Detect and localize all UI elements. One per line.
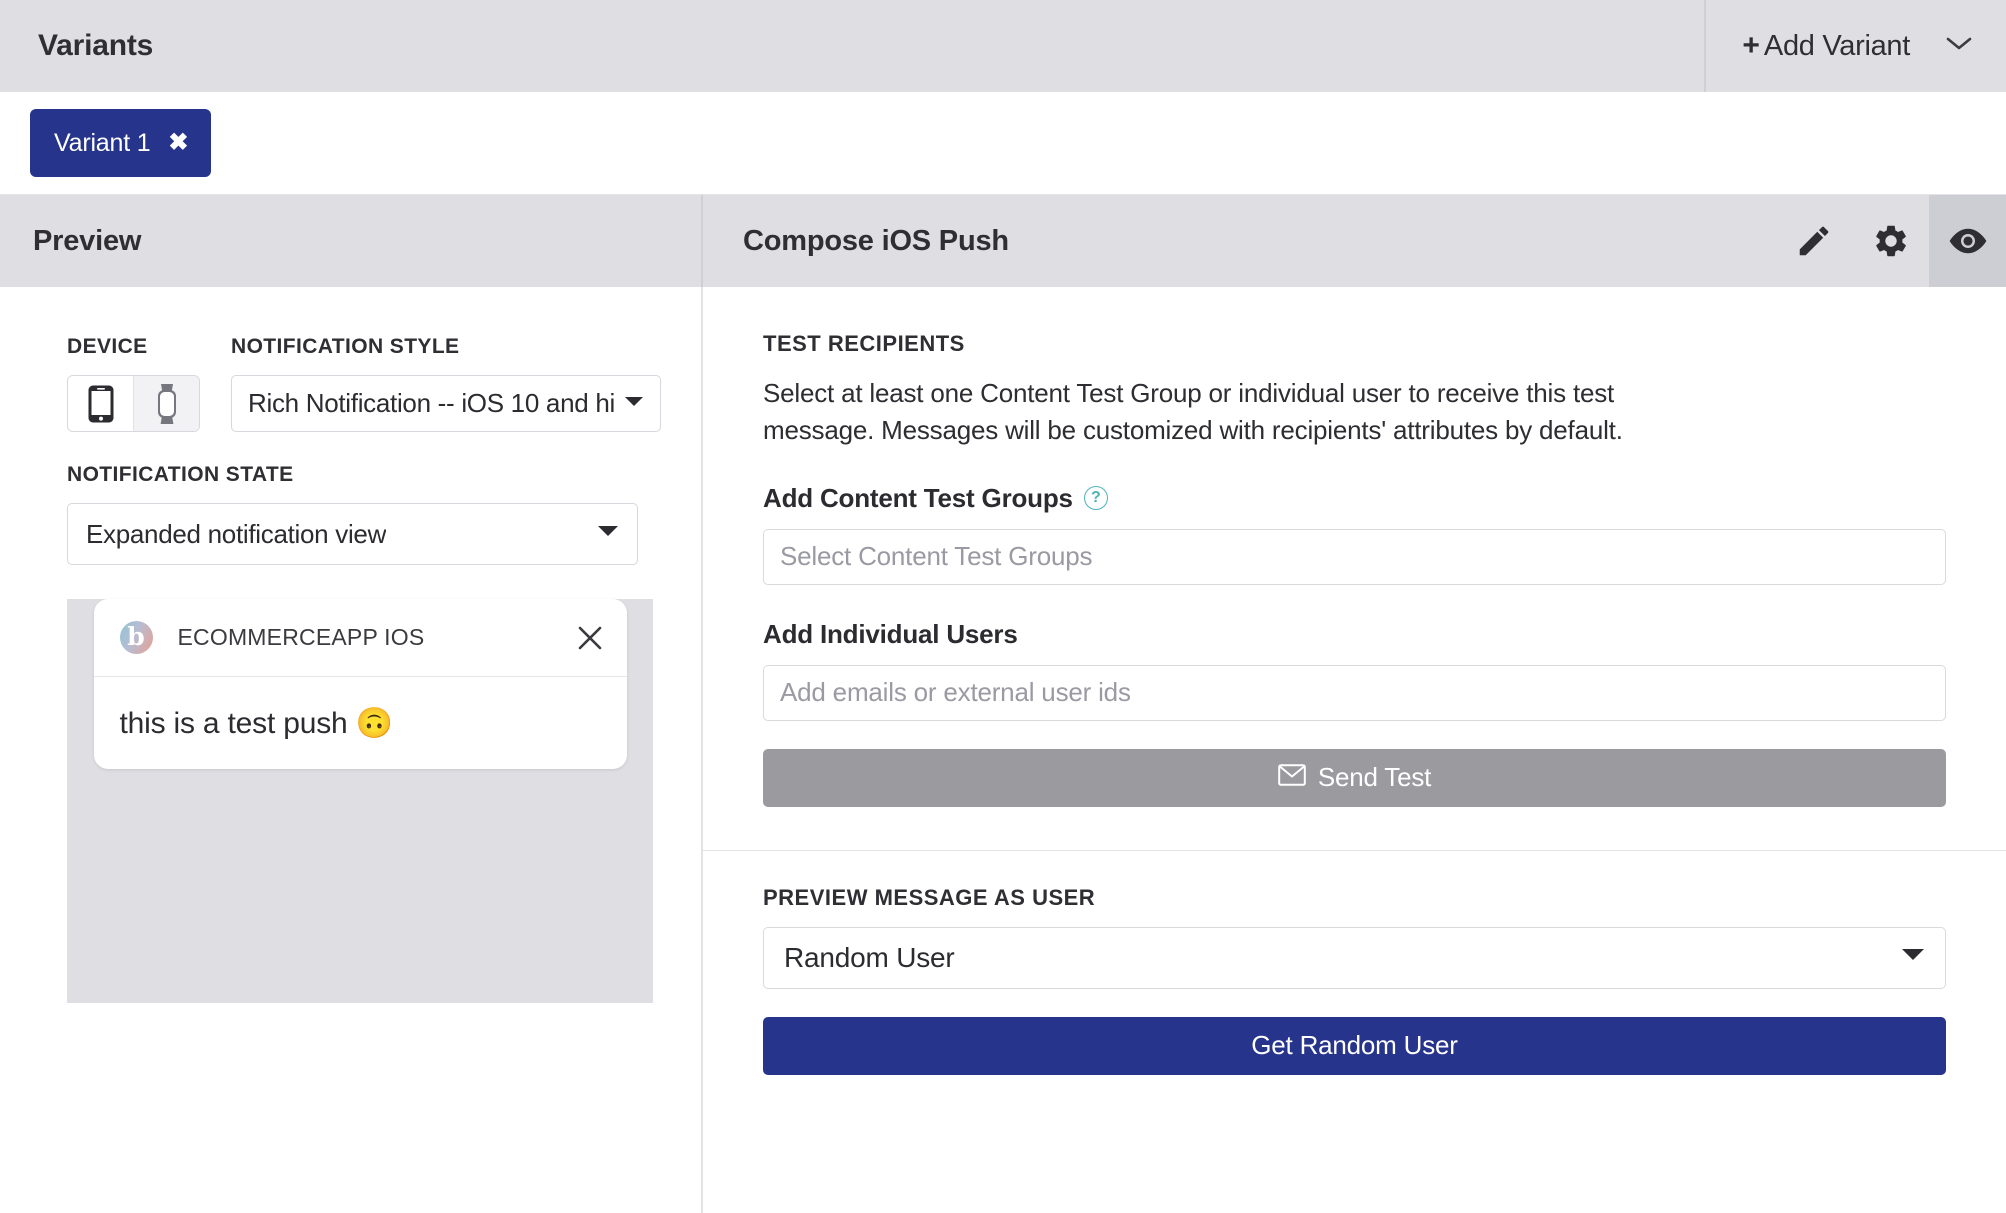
device-label: DEVICE bbox=[67, 335, 148, 358]
individual-users-label: Add Individual Users bbox=[763, 618, 1018, 649]
close-icon[interactable] bbox=[575, 623, 605, 653]
preview-panel-title: Preview bbox=[33, 224, 142, 257]
notification-preview-stage: b ECOMMERCEAPP IOS this is a test push 🙃 bbox=[67, 599, 653, 1003]
chevron-down-icon bbox=[616, 395, 644, 413]
notification-style-select[interactable]: Rich Notification -- iOS 10 and higher bbox=[231, 375, 661, 432]
page-title: Variants bbox=[38, 29, 154, 62]
device-toggle[interactable] bbox=[67, 375, 200, 432]
chevron-down-icon[interactable] bbox=[1946, 36, 1972, 57]
compose-panel-title: Compose iOS Push bbox=[743, 224, 1009, 257]
notification-style-value: Rich Notification -- iOS 10 and higher bbox=[248, 388, 616, 418]
add-variant-label: Add Variant bbox=[1763, 29, 1910, 62]
compose-panel-header: Compose iOS Push bbox=[703, 195, 2006, 287]
chevron-down-icon bbox=[1901, 948, 1925, 967]
notification-app-name: ECOMMERCEAPP IOS bbox=[177, 624, 425, 650]
notification-card-body: this is a test push 🙃 bbox=[94, 677, 627, 769]
chevron-down-icon bbox=[589, 525, 619, 543]
content-test-groups-label-row: Add Content Test Groups ? bbox=[763, 483, 1946, 514]
device-option-watch[interactable] bbox=[133, 376, 199, 431]
main-body: DEVICE NOTIFICATION STYLE Rich Notificat… bbox=[0, 287, 2006, 1213]
individual-users-input[interactable] bbox=[763, 664, 1946, 721]
preview-panel: DEVICE NOTIFICATION STYLE Rich Notificat… bbox=[0, 287, 703, 1213]
send-test-button[interactable]: Send Test bbox=[763, 748, 1946, 807]
device-and-style-row: DEVICE NOTIFICATION STYLE Rich Notificat… bbox=[0, 335, 701, 432]
variant-tab-label: Variant 1 bbox=[54, 128, 151, 157]
individual-users-label-row: Add Individual Users bbox=[763, 619, 1946, 650]
content-test-groups-input[interactable] bbox=[763, 528, 1946, 585]
notification-style-field: NOTIFICATION STYLE Rich Notification -- … bbox=[231, 335, 701, 432]
preview-as-user-heading: PREVIEW MESSAGE AS USER bbox=[763, 884, 1096, 910]
compose-panel: TEST RECIPIENTS Select at least one Cont… bbox=[703, 287, 2006, 1213]
notification-state-field: NOTIFICATION STATE Expanded notification… bbox=[0, 463, 701, 565]
notification-state-label: NOTIFICATION STATE bbox=[67, 463, 294, 486]
device-option-phone[interactable] bbox=[68, 376, 133, 431]
variant-tab-variant-1[interactable]: Variant 1 ✖ bbox=[30, 109, 211, 177]
plus-icon: + bbox=[1742, 29, 1760, 62]
gear-icon[interactable] bbox=[1852, 195, 1929, 287]
preview-as-user-section: PREVIEW MESSAGE AS USER Random User Get … bbox=[703, 851, 2006, 1075]
eye-preview-icon[interactable] bbox=[1929, 195, 2006, 287]
phone-icon bbox=[88, 385, 113, 422]
notification-style-label: NOTIFICATION STYLE bbox=[231, 335, 460, 358]
notification-message-text: this is a test push 🙃 bbox=[119, 706, 393, 740]
test-recipients-heading: TEST RECIPIENTS bbox=[763, 331, 965, 356]
app-icon: b bbox=[119, 621, 153, 654]
braze-logo-glyph: b bbox=[127, 622, 145, 651]
preview-as-user-select[interactable]: Random User bbox=[763, 926, 1946, 989]
device-field: DEVICE bbox=[67, 335, 200, 432]
notification-state-value: Expanded notification view bbox=[86, 518, 387, 549]
envelope-icon bbox=[1278, 762, 1306, 793]
edit-pencil-icon[interactable] bbox=[1775, 195, 1852, 287]
preview-as-user-value: Random User bbox=[784, 941, 955, 973]
add-variant-button[interactable]: + Add Variant bbox=[1704, 0, 2006, 92]
close-icon[interactable]: ✖ bbox=[168, 131, 188, 155]
variants-header-bar: Variants + Add Variant bbox=[0, 0, 2006, 92]
compose-panel-toolbar bbox=[1775, 195, 2006, 287]
help-icon[interactable]: ? bbox=[1083, 486, 1108, 511]
panel-header-bar: Preview Compose iOS Push bbox=[0, 195, 2006, 287]
get-random-user-label: Get Random User bbox=[1251, 1030, 1458, 1061]
notification-card-header: b ECOMMERCEAPP IOS bbox=[93, 599, 627, 677]
get-random-user-button[interactable]: Get Random User bbox=[763, 1016, 1946, 1075]
test-recipients-section: TEST RECIPIENTS Select at least one Cont… bbox=[703, 287, 2006, 807]
preview-panel-header: Preview bbox=[0, 195, 703, 287]
content-test-groups-label: Add Content Test Groups bbox=[763, 482, 1073, 513]
watch-icon bbox=[157, 383, 176, 424]
test-recipients-description: Select at least one Content Test Group o… bbox=[763, 378, 1623, 445]
variant-tab-row: Variant 1 ✖ bbox=[0, 92, 2006, 195]
send-test-label: Send Test bbox=[1317, 762, 1432, 793]
notification-state-select[interactable]: Expanded notification view bbox=[67, 503, 638, 565]
notification-preview-card: b ECOMMERCEAPP IOS this is a test push 🙃 bbox=[93, 599, 627, 769]
